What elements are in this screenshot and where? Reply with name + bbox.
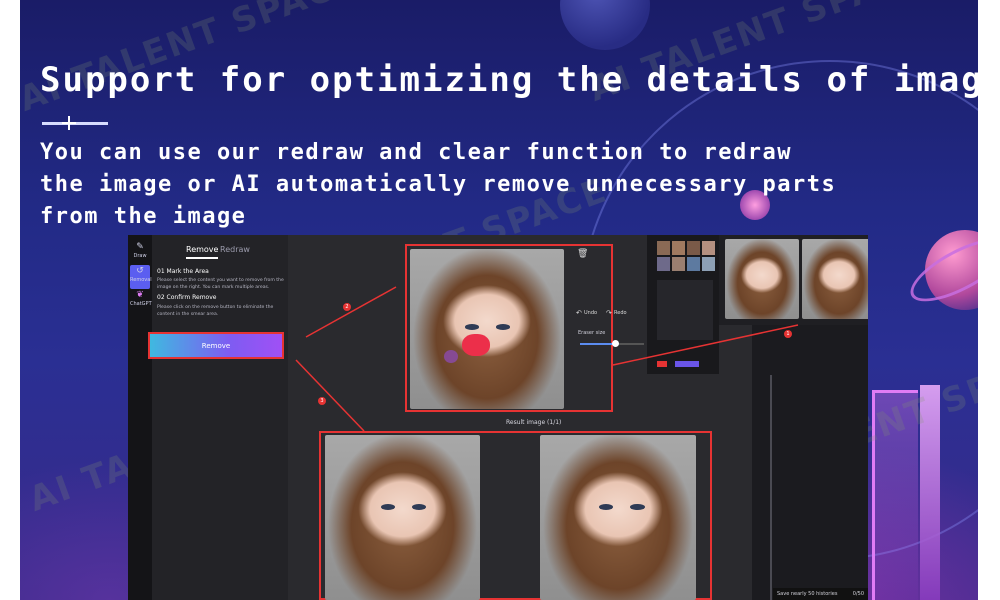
- sparkle-icon: [62, 116, 76, 130]
- promo-banner: AI TALENT SPACE AI TALENT SPACE AI TALEN…: [20, 0, 978, 600]
- arrow-3: [295, 359, 365, 432]
- arrow-2: [305, 286, 397, 338]
- callout-2: 2: [343, 303, 351, 311]
- callout-1: 1: [784, 330, 792, 338]
- arrow-1: [612, 324, 799, 366]
- app-screenshot: ✎ Draw ↺ Removal ❦ ChatGPT Remove Redraw…: [128, 235, 868, 600]
- headline: Support for optimizing the details of im…: [40, 60, 978, 100]
- subheadline: You can use our redraw and clear functio…: [40, 140, 837, 229]
- planet-top: [560, 0, 650, 50]
- callout-3: 3: [318, 397, 326, 405]
- callout-arrows: [295, 286, 799, 432]
